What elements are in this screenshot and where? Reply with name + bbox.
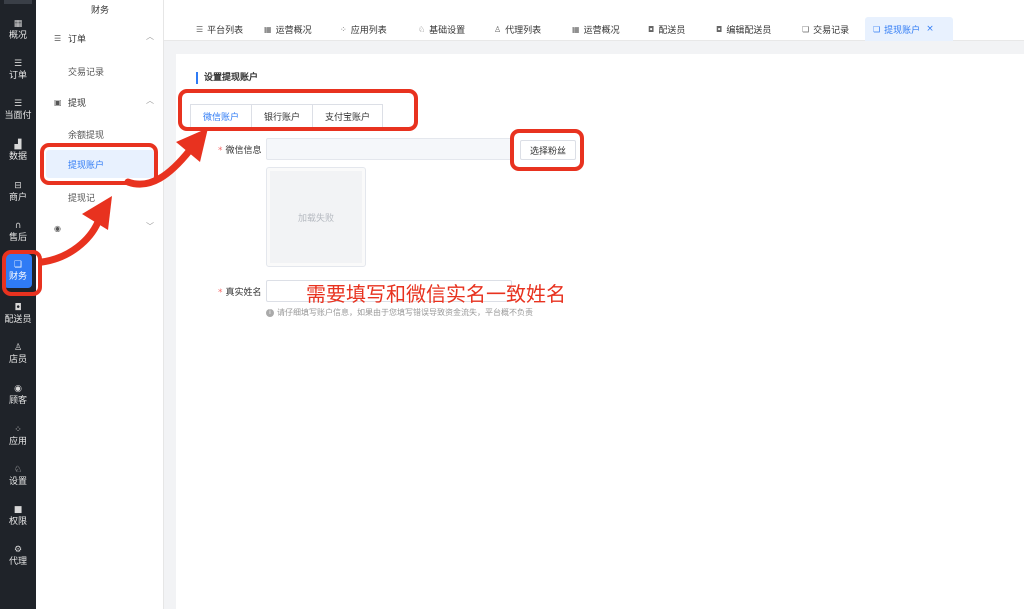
chevron-up-icon: ︿ bbox=[146, 96, 154, 105]
tab-withdraw-account[interactable]: ❏ 提现账户 × bbox=[865, 17, 953, 41]
real-name-label: * 真实姓名 bbox=[218, 288, 262, 298]
rail-logo-strip bbox=[4, 0, 32, 4]
dashboard-icon: ▦ bbox=[572, 24, 580, 34]
truck-icon: ◘ bbox=[648, 24, 655, 34]
rail-item-face-pay[interactable]: ☰ 当面付 bbox=[0, 92, 36, 128]
list-icon: ☰ bbox=[196, 24, 204, 34]
rail-item-apps[interactable]: ⁘ 应用 bbox=[0, 418, 36, 454]
list-icon: ☰ bbox=[54, 33, 62, 43]
annotation-box-finance bbox=[2, 250, 42, 296]
annotation-note: 需要填写和微信实名一致姓名 bbox=[306, 282, 566, 306]
main-card: 设置提现账户 微信账户 银行账户 支付宝账户 * 微信信息 选择粉丝 加载失败 *… bbox=[176, 54, 1024, 609]
user-circle-icon: ◉ bbox=[54, 223, 61, 233]
lock-icon: ■ bbox=[13, 504, 23, 515]
required-mark: * bbox=[218, 146, 223, 156]
tab-platform-list[interactable]: ☰ 平台列表 bbox=[188, 17, 251, 41]
sidebar-group-orders[interactable]: ☰ 订单 ︿ bbox=[54, 31, 154, 45]
avatar-preview: 加载失败 bbox=[266, 167, 366, 267]
close-icon[interactable]: × bbox=[926, 24, 934, 34]
tab-bar: ☰ 平台列表 ▦ 运营概况 ⁘ 应用列表 ♘ 基础设置 ♙ 代理列表 ▦ 运营概况 ◘ 配送员… bbox=[164, 0, 1024, 41]
bar-chart-icon: ▟ bbox=[14, 139, 22, 150]
finance-icon: ❏ bbox=[873, 24, 881, 34]
tab-edit-courier[interactable]: ◘ 编辑配送员 bbox=[708, 17, 779, 41]
chevron-up-icon: ︿ bbox=[146, 32, 154, 41]
annotation-box-withdraw-account bbox=[40, 143, 158, 185]
wechat-info-input[interactable] bbox=[266, 138, 512, 160]
truck-icon: ◘ bbox=[14, 302, 22, 313]
form-hint: i 请仔细填写账户信息，如果由于您填写错误导致资金流失，平台概不负责 bbox=[266, 307, 533, 318]
dashboard-icon: ▦ bbox=[264, 24, 272, 34]
wallet-icon: ▣ bbox=[54, 97, 62, 107]
store-icon: ⊟ bbox=[14, 180, 22, 191]
tab-courier[interactable]: ◘ 配送员 bbox=[640, 17, 693, 41]
tab-agent-list[interactable]: ♙ 代理列表 bbox=[486, 17, 549, 41]
rail-item-overview[interactable]: ▦ 概况 bbox=[0, 12, 36, 48]
user-icon: ♙ bbox=[13, 342, 23, 353]
image-load-failed: 加载失败 bbox=[270, 171, 362, 263]
annotation-box-choose-fan bbox=[510, 129, 584, 171]
info-icon: i bbox=[266, 308, 274, 317]
tab-basic-settings[interactable]: ♘ 基础设置 bbox=[410, 17, 473, 41]
tab-operations-overview-2[interactable]: ▦ 运营概况 bbox=[564, 17, 628, 41]
rail-item-courier[interactable]: ◘ 配送员 bbox=[0, 296, 36, 332]
list-icon: ☰ bbox=[13, 98, 23, 109]
sidebar-item-withdraw-records[interactable]: 提现记 bbox=[68, 191, 95, 204]
chevron-down-icon: ﹀ bbox=[146, 222, 154, 231]
list-icon: ☰ bbox=[13, 58, 23, 69]
rail-item-staff[interactable]: ♙ 店员 bbox=[0, 336, 36, 372]
rail-item-permissions[interactable]: ■ 权限 bbox=[0, 498, 36, 534]
apps-icon: ⁘ bbox=[14, 424, 22, 435]
gear-icon: ⚙ bbox=[13, 544, 23, 555]
apps-icon: ⁘ bbox=[340, 24, 347, 34]
rail-item-agent[interactable]: ⚙ 代理 bbox=[0, 538, 36, 574]
dashboard-icon: ▦ bbox=[13, 18, 23, 29]
rail-item-data[interactable]: ▟ 数据 bbox=[0, 133, 36, 169]
annotation-box-account-tabs bbox=[178, 89, 418, 131]
sidebar-item-transactions[interactable]: 交易记录 bbox=[68, 65, 104, 78]
truck-icon: ◘ bbox=[716, 24, 723, 34]
settings-user-icon: ♘ bbox=[418, 24, 426, 34]
page-title: 设置提现账户 bbox=[196, 72, 258, 84]
settings-user-icon: ♘ bbox=[13, 464, 23, 475]
required-mark: * bbox=[218, 288, 223, 298]
tab-operations-overview[interactable]: ▦ 运营概况 bbox=[256, 17, 320, 41]
headset-icon: ∩ bbox=[14, 220, 22, 231]
users-icon: ♙ bbox=[494, 24, 502, 34]
rail-item-settings[interactable]: ♘ 设置 bbox=[0, 458, 36, 494]
sidebar-group-collapsed[interactable]: ◉ ﹀ bbox=[54, 221, 154, 235]
wechat-info-label: * 微信信息 bbox=[218, 146, 262, 156]
tab-app-list[interactable]: ⁘ 应用列表 bbox=[332, 17, 395, 41]
sidebar-item-balance-withdraw[interactable]: 余额提现 bbox=[68, 128, 104, 141]
secondary-sidebar: 财务 ☰ 订单 ︿ 交易记录 ▣ 提现 ︿ 余额提现 提现账户 提现记 ◉ ﹀ bbox=[36, 0, 164, 609]
user-circle-icon: ◉ bbox=[14, 383, 22, 394]
rail-item-after-sales[interactable]: ∩ 售后 bbox=[0, 214, 36, 250]
rail-item-merchant[interactable]: ⊟ 商户 bbox=[0, 174, 36, 210]
rail-item-orders[interactable]: ☰ 订单 bbox=[0, 52, 36, 88]
tab-transactions[interactable]: ❏ 交易记录 bbox=[794, 17, 857, 41]
sidebar-title: 财务 bbox=[90, 6, 109, 16]
primary-rail: ▦ 概况 ☰ 订单 ☰ 当面付 ▟ 数据 ⊟ 商户 ∩ 售后 ❏ 财务 ◘ 配送… bbox=[0, 0, 36, 609]
finance-icon: ❏ bbox=[802, 24, 810, 34]
sidebar-group-withdraw[interactable]: ▣ 提现 ︿ bbox=[54, 95, 154, 109]
rail-item-customer[interactable]: ◉ 顾客 bbox=[0, 377, 36, 413]
